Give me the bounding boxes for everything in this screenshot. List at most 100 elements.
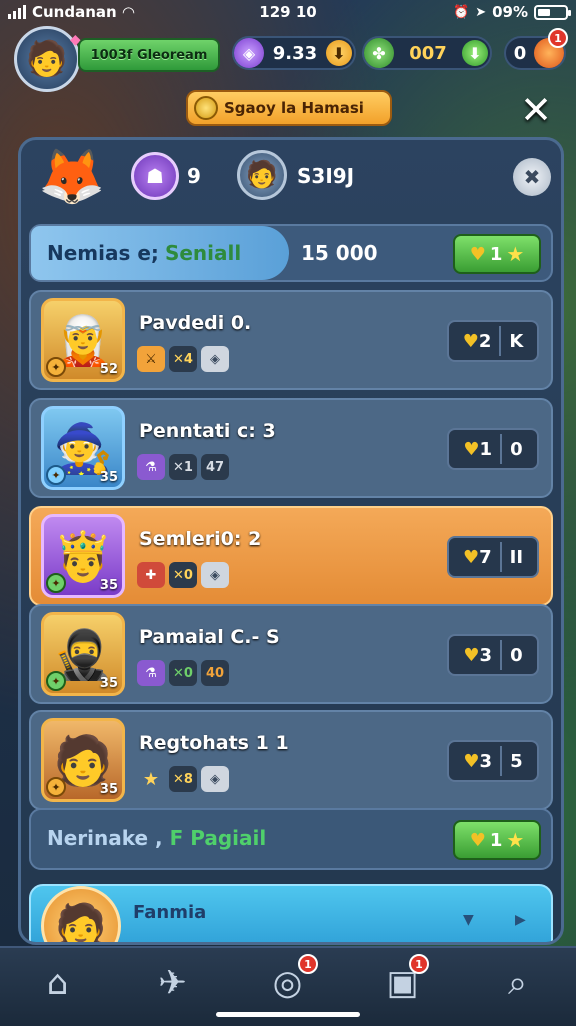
shield-icon: ◈ <box>201 346 229 372</box>
score-value: 7 <box>479 546 492 568</box>
stat-chip-value: 7 <box>215 459 225 475</box>
score-value: 2 <box>478 330 492 352</box>
score-box: ♥1 0 <box>447 428 539 470</box>
score-divider <box>500 746 503 776</box>
top-rank-amount: 15 000 <box>301 241 378 265</box>
nav-chat-icon[interactable]: ▣ 1 <box>345 948 460 1018</box>
character-name: Regtohats 1 1 <box>139 732 289 754</box>
top-hud: 🧑 ◆ 1003f Gleoream ◈ 9.33 ⬇ ✤ 007 ⬇ 0 1 <box>0 26 576 92</box>
character-level: 35 <box>99 782 118 797</box>
leaderboard-row[interactable]: 🧝 ✦ 52 Pavdedi 0. ⚔ ✕ 4 ◈ ♥2 K <box>29 290 553 390</box>
player-name-plate[interactable]: 1003f Gleoream <box>78 38 220 72</box>
resource-purple[interactable]: ◈ 9.33 ⬇ <box>232 36 356 70</box>
top-rank-label-a: Nemias e; <box>47 241 159 265</box>
close-button[interactable]: ✕ <box>516 90 556 130</box>
rank-badge-icon: ✦ <box>46 573 66 593</box>
hero-mascot-icon: 🦊 <box>38 145 106 208</box>
character-name: Pavdedi 0. <box>139 312 252 334</box>
stat-chip-gold: ✕ 8 <box>169 766 197 792</box>
top-rank-bar[interactable]: Nemias e; Seniall 15 000 ♥ 1 ★ <box>29 224 553 282</box>
stat-chip-value: 0 <box>215 665 225 681</box>
character-name: Penntati c: 3 <box>139 420 276 442</box>
leaderboard-row[interactable]: 🥷 ✦ 35 Pamaial C.- S ⚗ ✕ 0 40 ♥3 0 <box>29 604 553 704</box>
carrier-label: Cundanan <box>32 3 117 21</box>
bottom-rank-label-b: F Pagiail <box>169 826 267 850</box>
character-level: 52 <box>99 362 118 377</box>
title-ribbon: Sgaoy la Hamasi <box>186 90 392 126</box>
player-score: S3I9J <box>297 164 355 188</box>
score-value: 3 <box>479 644 493 666</box>
character-portrait: 🤴 ✦ 35 <box>41 514 125 598</box>
sword-icon: ⚔ <box>137 346 165 372</box>
rank-badge-icon: ✦ <box>46 777 66 797</box>
notification-badge: 1 <box>548 28 568 48</box>
bottom-rank-label-a: Nerinake , <box>47 826 163 850</box>
score-divider <box>500 434 503 464</box>
top-rank-reward-value: 1 <box>489 243 503 265</box>
shield-icon: ◈ <box>201 562 229 588</box>
bottom-rank-reward-button[interactable]: ♥ 1 ★ <box>453 820 541 860</box>
leaderboard-row-highlighted[interactable]: 🤴 ✦ 35 Semleri0: 2 ✚ ✕ 0 ◈ ♥7 II <box>29 506 553 606</box>
character-level: 35 <box>99 470 118 485</box>
stat-chip-extra: 47 <box>201 454 229 480</box>
stat-chips: ⚗ ✕ 0 40 <box>137 660 229 686</box>
stat-chip-value: 0 <box>183 665 193 681</box>
leaderboard-row[interactable]: 🧑 ✦ 35 Regtohats 1 1 ★ ✕ 8 ◈ ♥3 5 <box>29 710 553 810</box>
nav-battle-icon[interactable]: ✈ <box>115 948 230 1018</box>
leaderboard-panel: 🦊 ☗ 9 🧑 S3I9J ✖ Nemias e; Seniall 15 000… <box>18 137 564 945</box>
leaderboard-row[interactable]: 🧙 ✦ 35 Penntati c: 3 ⚗ ✕ 1 47 ♥1 0 <box>29 398 553 498</box>
rank-value: II <box>509 546 524 568</box>
notification-badge: 1 <box>298 954 318 974</box>
stat-chip-value: 0 <box>183 567 193 583</box>
location-icon: ➤ <box>475 4 487 20</box>
heart-icon: ♥ <box>463 644 480 666</box>
add-green-button[interactable]: ⬇ <box>462 40 488 66</box>
character-portrait: 🥷 ✦ 35 <box>41 612 125 696</box>
character-portrait: 🧝 ✦ 52 <box>41 298 125 382</box>
character-name: Pamaial C.- S <box>139 626 280 648</box>
score-box: ♥3 5 <box>447 740 539 782</box>
arrow-icon: ▼ <box>463 912 474 928</box>
battery-icon <box>534 4 571 20</box>
stat-chips: ⚔ ✕ 4 ◈ <box>137 346 229 372</box>
add-purple-button[interactable]: ⬇ <box>326 40 352 66</box>
arrow-icon: ▶ <box>515 912 526 928</box>
bottom-rank-reward-value: 1 <box>489 829 503 851</box>
top-rank-reward-button[interactable]: ♥ 1 ★ <box>453 234 541 274</box>
tools-button[interactable]: ✖ <box>513 158 551 196</box>
partial-entry-portrait: 🧑 <box>41 886 121 942</box>
heart-icon: ♥ <box>463 750 480 772</box>
rank-badge-icon: ✦ <box>46 671 66 691</box>
level-badge-icon[interactable]: ☗ <box>131 152 179 200</box>
coin-icon <box>194 96 218 120</box>
shield-icon: ◈ <box>201 766 229 792</box>
character-portrait: 🧙 ✦ 35 <box>41 406 125 490</box>
resource-red-value: 0 <box>513 42 527 64</box>
nav-search-icon[interactable]: ⌕ <box>460 948 575 1018</box>
title-text: Sgaoy la Hamasi <box>224 99 364 117</box>
rank-badge-icon: ✦ <box>46 357 66 377</box>
clover-icon: ✤ <box>364 38 394 68</box>
stat-chip-gold: ✕ 0 <box>169 660 197 686</box>
top-rank-label-b: Seniall <box>164 241 242 265</box>
rank-value: 0 <box>510 438 523 460</box>
status-right: ⏰ ➤ 09% <box>453 3 571 21</box>
rank-badge-icon: ✦ <box>46 465 66 485</box>
star-icon: ★ <box>506 828 525 852</box>
player-portrait[interactable]: 🧑 <box>237 150 287 200</box>
score-box: ♥2 K <box>447 320 539 362</box>
resource-green-value: 007 <box>409 42 447 64</box>
potion-icon: ⚗ <box>137 660 165 686</box>
nav-home-icon[interactable]: ⌂ <box>0 948 115 1018</box>
stat-chip-value: 8 <box>183 771 193 787</box>
stat-chip-gold: ✕ 4 <box>169 346 197 372</box>
score-value: 1 <box>479 438 493 460</box>
heart-icon: ♥ <box>469 829 486 851</box>
score-value: 3 <box>479 750 493 772</box>
star-icon: ★ <box>142 768 160 790</box>
nav-target-icon[interactable]: ◎ 1 <box>230 948 345 1018</box>
resource-green[interactable]: ✤ 007 ⬇ <box>362 36 492 70</box>
bottom-rank-bar[interactable]: Nerinake , F Pagiail ♥ 1 ★ <box>29 808 553 870</box>
partial-entry[interactable]: 🧑 Fanmia ▼ ▶ <box>29 884 553 942</box>
stat-chips: ⚗ ✕ 1 47 <box>137 454 229 480</box>
